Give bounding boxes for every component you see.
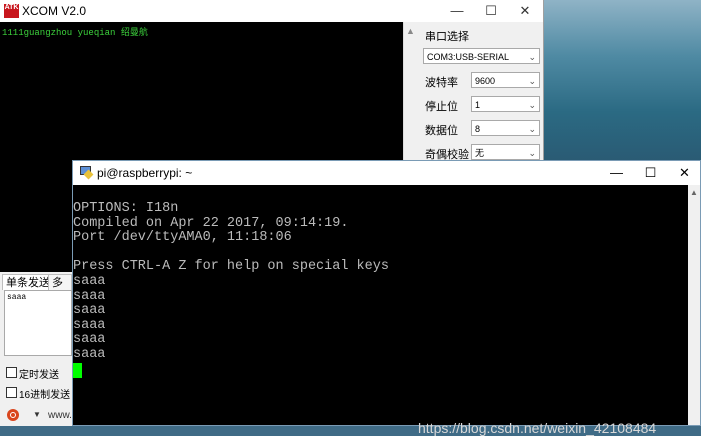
timed-send-label: 定时发送 xyxy=(19,370,59,381)
status-link[interactable]: www. xyxy=(48,410,72,421)
hex-send-label: 16进制发送 xyxy=(19,390,71,401)
port-select[interactable]: COM3:USB-SERIAL ⌄ xyxy=(423,48,540,64)
serial-settings-panel: 串口选择 COM3:USB-SERIAL ⌄ 波特率 9600 ⌄ 停止位 1 … xyxy=(418,22,542,162)
stop-bits-label: 停止位 xyxy=(425,101,458,113)
scroll-up-icon[interactable]: ▲ xyxy=(406,26,415,36)
timed-send-checkbox[interactable] xyxy=(6,367,17,378)
baud-value: 9600 xyxy=(475,76,496,86)
terminal-line: saaa xyxy=(73,332,106,348)
terminal-line: OPTIONS: I18n xyxy=(73,201,179,216)
connection-icon[interactable] xyxy=(7,409,19,421)
port-select-value: COM3:USB-SERIAL xyxy=(427,52,510,62)
terminal-line: saaa xyxy=(73,274,106,289)
close-button[interactable]: ✕ xyxy=(667,161,701,185)
terminal-line: Press CTRL-A Z for help on special keys xyxy=(73,259,389,275)
send-panel: 单条发送 多条 saaa 定时发送 16进制发送 xyxy=(0,272,72,426)
desktop-background xyxy=(541,0,701,160)
parity-value: 无 xyxy=(475,148,485,158)
tab-multi-send[interactable]: 多条 xyxy=(48,274,72,305)
serial-section-label: 串口选择 xyxy=(425,31,469,43)
terminal-line: Port /dev/ttyAMA0, 11:18:06 xyxy=(73,230,292,246)
terminal-line: saaa xyxy=(73,347,106,362)
terminal-area[interactable]: OPTIONS: I18n Compiled on Apr 22 2017, 0… xyxy=(73,185,688,435)
data-bits-select[interactable]: 8 ⌄ xyxy=(471,120,540,136)
baud-select[interactable]: 9600 ⌄ xyxy=(471,72,540,88)
terminal-line: saaa xyxy=(73,288,106,304)
scroll-up-icon[interactable]: ▲ xyxy=(690,188,698,197)
parity-select[interactable]: 无 ⌄ xyxy=(471,144,540,160)
putty-icon xyxy=(80,166,94,180)
send-input[interactable]: saaa xyxy=(4,290,72,356)
putty-window: pi@raspberrypi: ~ — ☐ ✕ OPTIONS: I18n Co… xyxy=(72,160,701,435)
terminal-scrollbar[interactable]: ▲ xyxy=(688,185,700,425)
terminal-cursor xyxy=(73,363,82,378)
stop-bits-select[interactable]: 1 ⌄ xyxy=(471,96,540,112)
stop-bits-value: 1 xyxy=(475,100,481,110)
terminal-line: saaa xyxy=(73,303,106,319)
receive-text: 1111guangzhou yueqian 绍曼航 xyxy=(2,28,148,38)
xcom-title-bar[interactable]: ATK XCOM V2.0 — ☐ ✕ xyxy=(0,0,543,22)
tab-single-send[interactable]: 单条发送 xyxy=(2,274,54,290)
chevron-down-icon: ⌄ xyxy=(528,76,536,86)
maximize-button[interactable]: ☐ xyxy=(474,0,508,22)
maximize-button[interactable]: ☐ xyxy=(633,161,668,185)
chevron-down-icon: ⌄ xyxy=(528,52,536,62)
putty-title: pi@raspberrypi: ~ xyxy=(97,166,193,180)
minimize-button[interactable]: — xyxy=(440,0,474,22)
xcom-title: XCOM V2.0 xyxy=(22,4,87,18)
terminal-line: saaa xyxy=(73,317,106,333)
chevron-down-icon: ⌄ xyxy=(528,124,536,134)
chevron-down-icon: ⌄ xyxy=(528,148,536,158)
chevron-down-icon: ⌄ xyxy=(528,100,536,110)
putty-title-bar[interactable]: pi@raspberrypi: ~ — ☐ ✕ xyxy=(73,161,700,185)
hex-send-checkbox[interactable] xyxy=(6,387,17,398)
xcom-logo-icon: ATK xyxy=(4,4,19,18)
watermark: https://blog.csdn.net/weixin_42108484 xyxy=(418,420,657,436)
dropdown-arrow-icon[interactable]: ▼ xyxy=(33,410,41,419)
baud-label: 波特率 xyxy=(425,77,458,89)
minimize-button[interactable]: — xyxy=(599,161,634,185)
status-bar: ▼ www. xyxy=(0,406,72,426)
data-bits-value: 8 xyxy=(475,124,481,134)
close-button[interactable]: ✕ xyxy=(508,0,542,22)
data-bits-label: 数据位 xyxy=(425,125,458,137)
terminal-line: Compiled on Apr 22 2017, 09:14:19. xyxy=(73,215,349,231)
